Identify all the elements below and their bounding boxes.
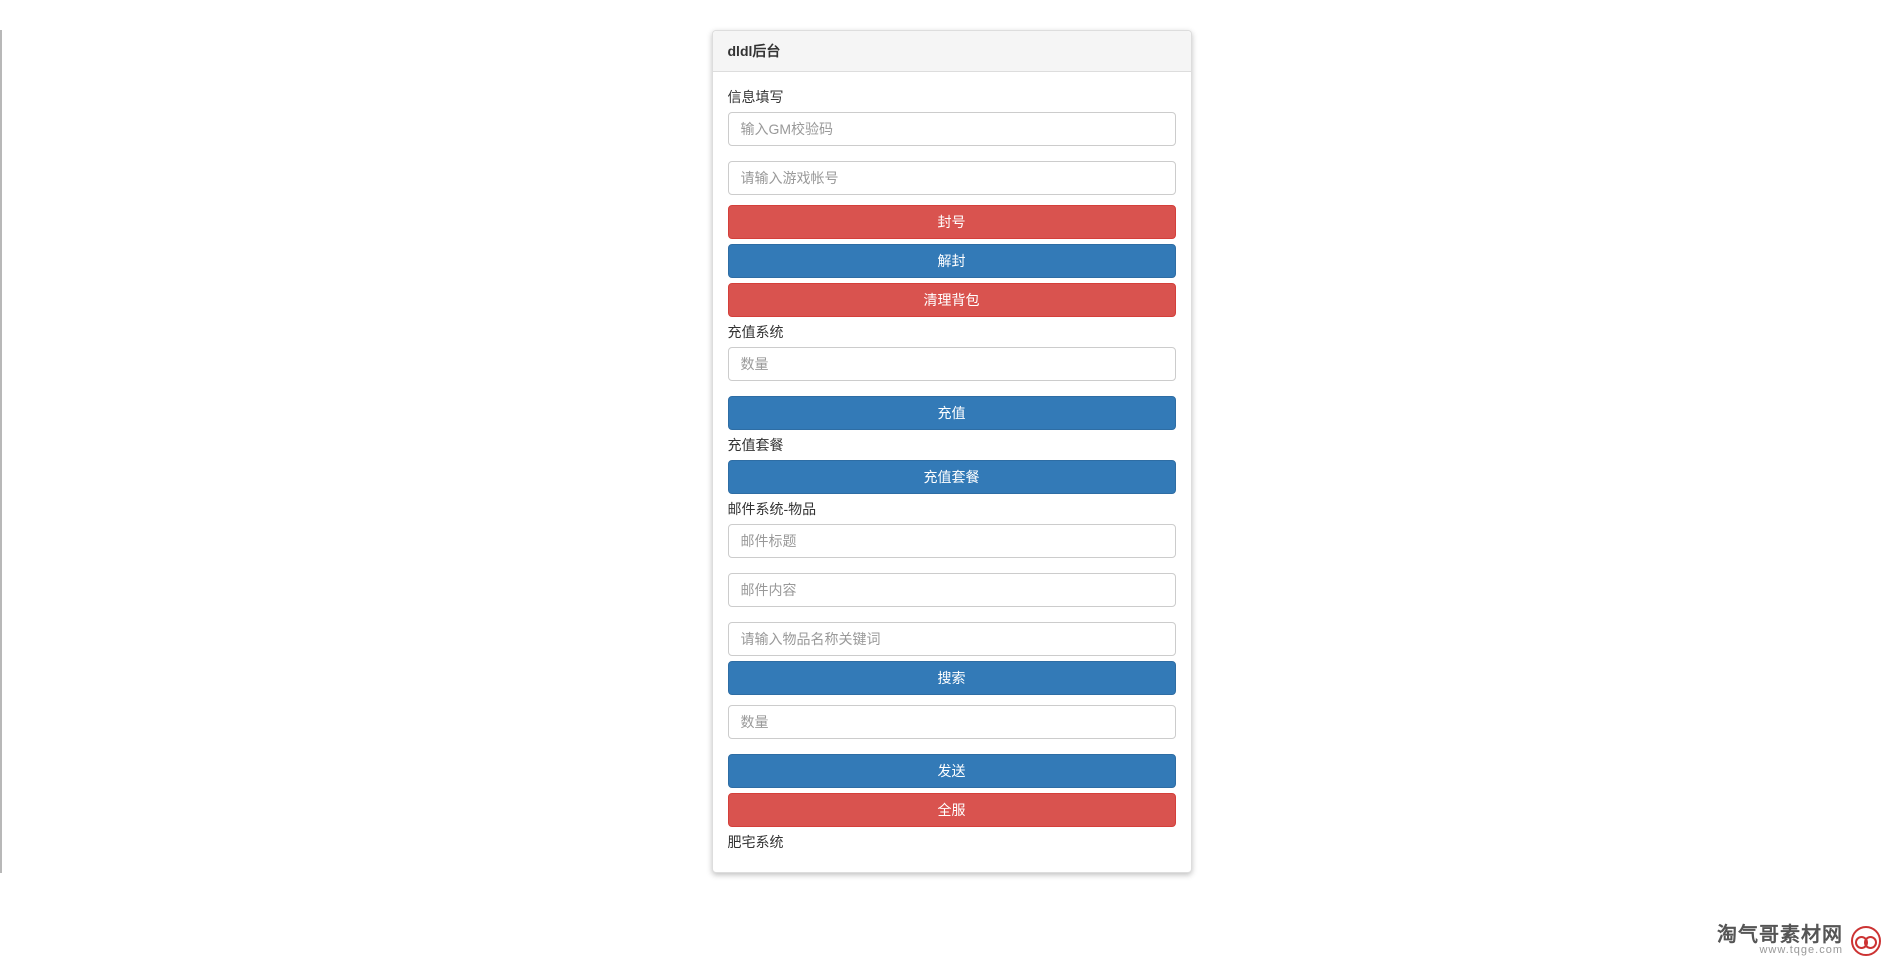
info-section-label: 信息填写 xyxy=(728,87,1176,107)
gm-code-input[interactable] xyxy=(728,112,1176,146)
recharge-button[interactable]: 充值 xyxy=(728,396,1176,430)
item-quantity-input[interactable] xyxy=(728,705,1176,739)
send-button[interactable]: 发送 xyxy=(728,754,1176,788)
panel-body: 信息填写 封号 解封 清理背包 充值系统 充值 充值套餐 充值套餐 邮件系统-物… xyxy=(713,72,1191,872)
watermark: 淘气哥素材网 www.tqge.com xyxy=(1717,925,1881,956)
panel-title: dldl后台 xyxy=(713,31,1191,72)
search-button[interactable]: 搜索 xyxy=(728,661,1176,695)
mail-section-label: 邮件系统-物品 xyxy=(728,499,1176,519)
package-section-label: 充值套餐 xyxy=(728,435,1176,455)
ban-button[interactable]: 封号 xyxy=(728,205,1176,239)
mail-content-input[interactable] xyxy=(728,573,1176,607)
watermark-url: www.tqge.com xyxy=(1717,945,1843,956)
all-server-button[interactable]: 全服 xyxy=(728,793,1176,827)
clear-bag-button[interactable]: 清理背包 xyxy=(728,283,1176,317)
item-search-input[interactable] xyxy=(728,622,1176,656)
watermark-cn: 淘气哥素材网 xyxy=(1717,925,1843,945)
recharge-amount-input[interactable] xyxy=(728,347,1176,381)
game-account-input[interactable] xyxy=(728,161,1176,195)
package-button[interactable]: 充值套餐 xyxy=(728,460,1176,494)
unban-button[interactable]: 解封 xyxy=(728,244,1176,278)
feizhai-section-label: 肥宅系统 xyxy=(728,832,1176,852)
admin-panel: dldl后台 信息填写 封号 解封 清理背包 充值系统 充值 充值套餐 充值套餐… xyxy=(712,30,1192,873)
mail-title-input[interactable] xyxy=(728,524,1176,558)
watermark-logo-icon xyxy=(1851,926,1881,956)
recharge-section-label: 充值系统 xyxy=(728,322,1176,342)
